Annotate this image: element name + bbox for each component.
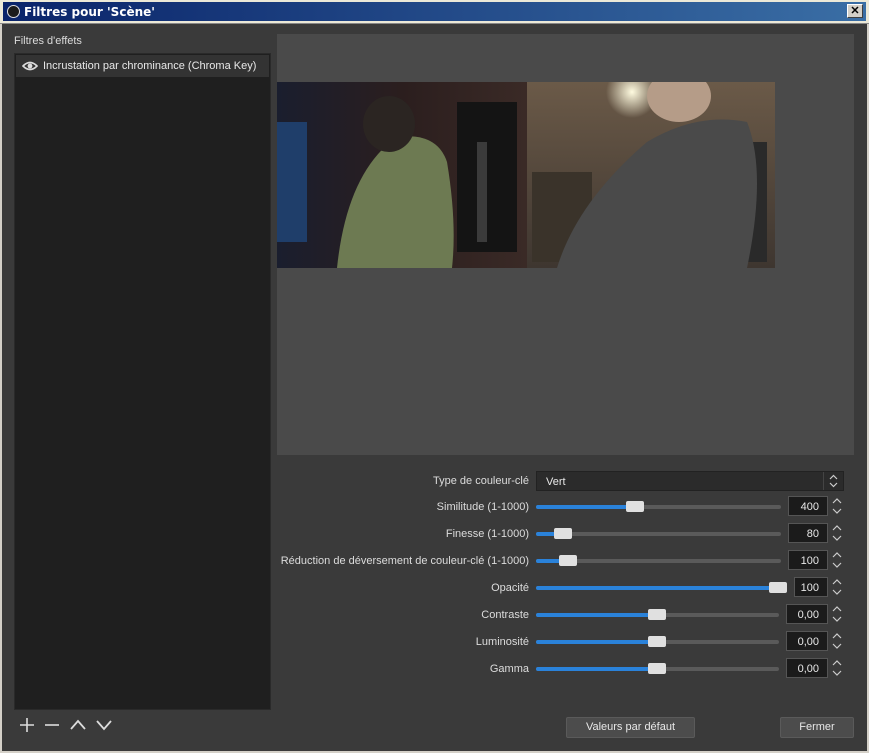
similarity-slider[interactable] xyxy=(536,501,781,512)
slider-fill xyxy=(536,667,657,671)
brightness-label: Luminosité xyxy=(475,636,529,648)
spinbox-value: 0,00 xyxy=(797,609,819,621)
slider-fill xyxy=(536,613,657,617)
slider-handle[interactable] xyxy=(559,555,577,566)
similarity-label: Similitude (1-1000) xyxy=(436,501,529,513)
slider-fill xyxy=(536,586,778,590)
spill-reduction-spinbox[interactable]: 100 xyxy=(788,550,828,570)
key-color-type-label: Type de couleur-clé xyxy=(433,475,529,487)
spin-arrows-icon[interactable] xyxy=(830,658,844,678)
spinbox-value: 100 xyxy=(800,555,819,567)
slider-fill xyxy=(536,505,635,509)
smoothness-label: Finesse (1-1000) xyxy=(445,528,529,540)
move-up-icon[interactable] xyxy=(69,716,87,734)
brightness-spinbox[interactable]: 0,00 xyxy=(786,631,828,651)
defaults-button[interactable]: Valeurs par défaut xyxy=(566,717,695,738)
window-title: Filtres pour 'Scène' xyxy=(24,5,155,19)
spin-arrows-icon[interactable] xyxy=(830,631,844,651)
smoothness-slider[interactable] xyxy=(536,528,781,539)
spinbox-value: 100 xyxy=(800,582,819,594)
slider-handle[interactable] xyxy=(554,528,572,539)
brightness-slider[interactable] xyxy=(536,636,779,647)
slider-handle[interactable] xyxy=(648,609,666,620)
slider-handle[interactable] xyxy=(648,636,666,647)
contrast-spinbox[interactable]: 0,00 xyxy=(786,604,828,624)
spin-arrows-icon[interactable] xyxy=(830,550,844,570)
title-bar: Filtres pour 'Scène' ✕ xyxy=(0,0,869,24)
filters-list[interactable]: Incrustation par chrominance (Chroma Key… xyxy=(14,53,271,710)
spin-arrows-icon[interactable] xyxy=(830,496,844,516)
smoothness-spinbox[interactable]: 80 xyxy=(788,523,828,543)
spinbox-value: 0,00 xyxy=(797,636,819,648)
slider-handle[interactable] xyxy=(626,501,644,512)
similarity-spinbox[interactable]: 400 xyxy=(788,496,828,516)
close-button[interactable]: Fermer xyxy=(780,717,854,738)
gamma-label: Gamma xyxy=(489,663,529,675)
spill-reduction-slider[interactable] xyxy=(536,555,781,566)
contrast-slider[interactable] xyxy=(536,609,779,620)
spinbox-value: 0,00 xyxy=(797,663,819,675)
move-down-icon[interactable] xyxy=(95,716,113,734)
gamma-slider[interactable] xyxy=(536,663,779,674)
gamma-spinbox[interactable]: 0,00 xyxy=(786,658,828,678)
dropdown-arrows-icon xyxy=(823,472,838,490)
remove-icon[interactable] xyxy=(43,716,61,734)
obs-logo-icon xyxy=(7,5,20,18)
video-preview xyxy=(277,82,775,268)
effect-filters-label: Filtres d'effets xyxy=(14,35,82,47)
key-color-type-value: Vert xyxy=(546,476,566,488)
spinbox-value: 80 xyxy=(806,528,819,540)
close-window-button[interactable]: ✕ xyxy=(847,4,863,18)
spinbox-value: 400 xyxy=(800,501,819,513)
title-bar-inner: Filtres pour 'Scène' ✕ xyxy=(3,2,866,21)
spin-arrows-icon[interactable] xyxy=(830,523,844,543)
contrast-label: Contraste xyxy=(481,609,529,621)
opacity-spinbox[interactable]: 100 xyxy=(794,577,828,597)
opacity-slider[interactable] xyxy=(536,582,787,593)
key-color-type-select[interactable]: Vert xyxy=(536,471,844,491)
slider-handle[interactable] xyxy=(769,582,787,593)
add-icon[interactable] xyxy=(18,716,36,734)
slider-handle[interactable] xyxy=(648,663,666,674)
slider-fill xyxy=(536,640,657,644)
preview-area xyxy=(277,34,854,455)
spin-arrows-icon[interactable] xyxy=(830,604,844,624)
spin-arrows-icon[interactable] xyxy=(830,577,844,597)
filter-label: Incrustation par chrominance (Chroma Key… xyxy=(43,60,257,72)
opacity-label: Opacité xyxy=(491,582,529,594)
spill-reduction-label: Réduction de déversement de couleur-clé … xyxy=(280,555,529,567)
list-item-chroma-key[interactable]: Incrustation par chrominance (Chroma Key… xyxy=(16,55,269,77)
eye-icon[interactable] xyxy=(22,60,38,72)
